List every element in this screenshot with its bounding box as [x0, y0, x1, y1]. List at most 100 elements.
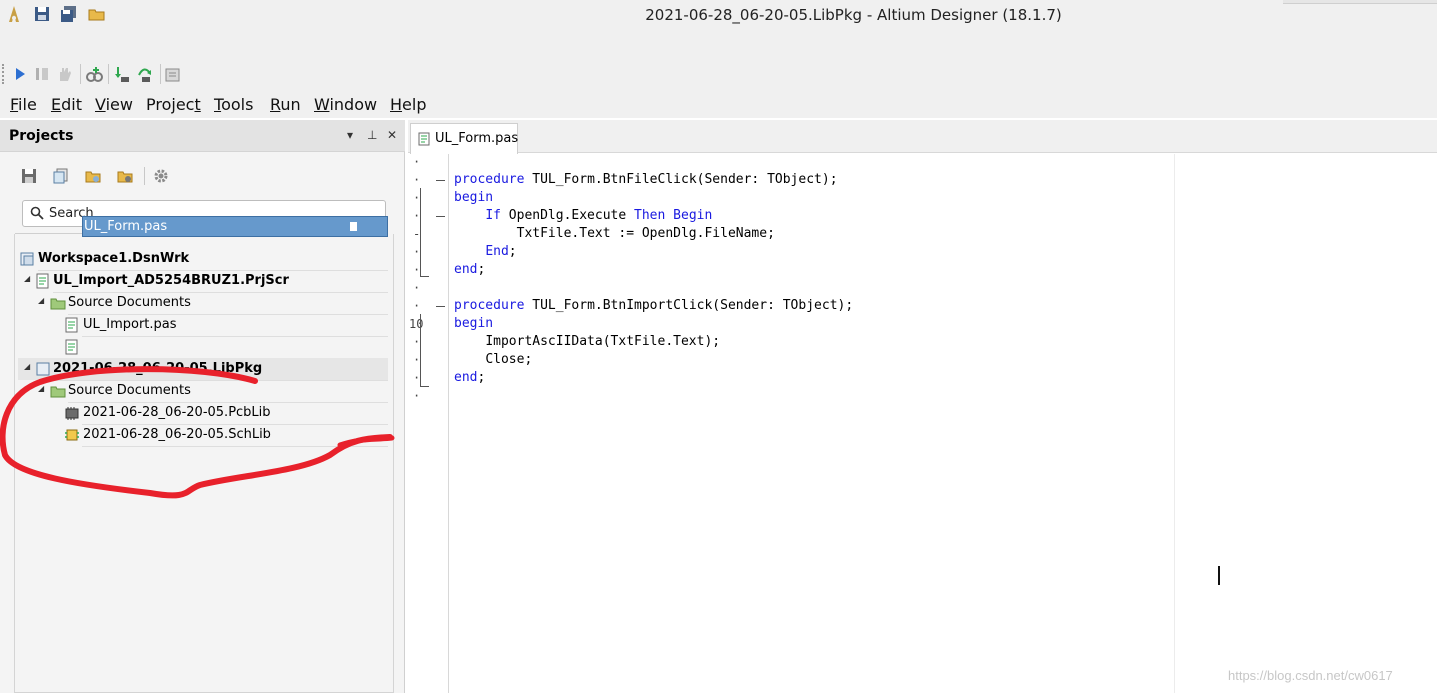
fold-line	[420, 314, 421, 386]
menu-help-label: elp	[402, 95, 427, 114]
toolbar-separator	[108, 64, 109, 84]
menu-view-mnemonic: V	[95, 95, 106, 114]
stop-hand-icon[interactable]	[56, 65, 74, 83]
step-into-icon[interactable]	[113, 65, 131, 83]
gutter-dot: ·	[413, 299, 421, 313]
title-bar: 2021-06-28_06-20-05.LibPkg - Altium Desi…	[0, 0, 1437, 30]
menu-edit-label: dit	[61, 95, 82, 114]
tree-item-label: UL_Form.pas	[84, 219, 168, 234]
projects-toolbar-separator	[144, 167, 145, 185]
toolbar-separator	[80, 64, 81, 84]
right-margin-line	[1174, 154, 1175, 693]
fold-marker[interactable]	[436, 180, 445, 181]
pascal-file-icon	[65, 339, 78, 355]
tree-row-divider	[82, 336, 388, 337]
code-text: TUL_Form.BtnFileClick(Sender: TObject);	[524, 172, 838, 187]
tree-item-library-package[interactable]: ◢ 2021-06-28_06-20-05.LibPkg	[18, 358, 388, 380]
tree-item-label: UL_Import_AD5254BRUZ1.PrjScr	[53, 273, 289, 288]
menu-run-label: un	[280, 95, 301, 114]
tree-item-schlib[interactable]: 2021-06-28_06-20-05.SchLib	[18, 424, 388, 446]
menu-run-mnemonic: R	[270, 95, 281, 114]
watermark: https://blog.csdn.net/cw0617	[1228, 668, 1393, 683]
fold-marker[interactable]	[436, 216, 445, 217]
toolbar-grip[interactable]	[2, 64, 6, 84]
pause-icon[interactable]	[33, 65, 51, 83]
watch-icon[interactable]	[85, 65, 103, 83]
code-line-1: procedure TUL_Form.BtnFileClick(Sender: …	[454, 171, 838, 189]
tree-item-ul-import[interactable]: UL_Import.pas	[18, 314, 388, 336]
tree-item-source-documents[interactable]: ◢ Source Documents	[18, 292, 388, 314]
menu-file[interactable]: File	[10, 95, 37, 114]
run-icon[interactable]	[11, 65, 29, 83]
collapse-arrow-icon[interactable]: ◢	[24, 274, 30, 283]
tree-item-label: Source Documents	[68, 295, 191, 310]
panel-pin-icon[interactable]: ⊥	[367, 128, 377, 142]
menu-project-label-a: Projec	[146, 95, 195, 114]
fold-end	[420, 276, 429, 277]
menu-view[interactable]: View	[95, 95, 133, 114]
gutter-dot: ·	[413, 155, 421, 169]
project-settings-icon[interactable]	[117, 168, 133, 184]
tree-item-source-documents-2[interactable]: ◢ Source Documents	[18, 380, 388, 402]
menu-run[interactable]: Run	[270, 95, 301, 114]
pascal-file-icon	[65, 317, 78, 333]
tree-item-label: Workspace1.DsnWrk	[38, 251, 190, 266]
menu-project[interactable]: Project	[146, 95, 201, 114]
step-over-icon[interactable]	[136, 65, 154, 83]
save-icon[interactable]	[21, 168, 37, 184]
code-keyword: end	[454, 370, 478, 385]
folder-icon	[50, 298, 66, 310]
menu-tools-mnemonic: T	[214, 95, 222, 114]
code-line-11: Close;	[454, 351, 532, 369]
tree-item-pcblib[interactable]: 2021-06-28_06-20-05.PcbLib	[18, 402, 388, 424]
evaluate-icon[interactable]	[164, 65, 182, 83]
tree-item-workspace[interactable]: Workspace1.DsnWrk	[18, 248, 388, 270]
tree-item-label: UL_Import.pas	[83, 317, 177, 332]
tree-item-ul-form-selected[interactable]: UL_Form.pas	[82, 216, 388, 237]
tab-ul-form[interactable]: UL_Form.pas	[410, 123, 518, 154]
fold-marker[interactable]	[436, 306, 445, 307]
code-keyword: If	[485, 208, 501, 223]
menu-project-mnemonic: t	[194, 95, 201, 114]
menu-window[interactable]: Window	[314, 95, 377, 114]
collapse-arrow-icon[interactable]: ◢	[38, 384, 44, 393]
collapse-arrow-icon[interactable]: ◢	[24, 362, 30, 371]
project-options-icon[interactable]	[85, 168, 101, 184]
editor-tab-bar: UL_Form.pas	[408, 120, 1437, 154]
code-line-9: begin	[454, 315, 493, 333]
code-text: ;	[477, 262, 486, 277]
panel-close-icon[interactable]: ✕	[387, 128, 397, 142]
projects-panel-header: Projects ▾ ⊥ ✕	[0, 120, 405, 152]
tree-item-script-project[interactable]: ◢ UL_Import_AD5254BRUZ1.PrjScr	[18, 270, 388, 292]
code-text: ;	[508, 244, 517, 259]
toolbar-separator	[160, 64, 161, 84]
menu-tools-label: ools	[221, 95, 254, 114]
gutter-divider	[448, 154, 449, 693]
code-text: TUL_Form.BtnImportClick(Sender: TObject)…	[524, 298, 854, 313]
menu-file-mnemonic: F	[10, 95, 19, 114]
schematic-library-icon	[65, 429, 79, 441]
gutter-dot: ·	[413, 281, 421, 295]
projects-panel-title: Projects	[9, 128, 74, 144]
tree-item-label: 2021-06-28_06-20-05.SchLib	[83, 427, 271, 442]
gutter-dot: ·	[413, 173, 421, 187]
pcb-library-icon	[65, 407, 79, 420]
collapse-arrow-icon[interactable]: ◢	[38, 296, 44, 305]
line-number-10: 10	[409, 317, 424, 331]
panel-menu-icon[interactable]: ▾	[347, 128, 353, 142]
compile-icon[interactable]	[53, 168, 69, 184]
text-cursor	[1218, 566, 1220, 585]
menu-tools[interactable]: Tools	[214, 95, 253, 114]
folder-icon	[50, 386, 66, 398]
menu-edit[interactable]: Edit	[51, 95, 82, 114]
projects-toolbar	[0, 160, 405, 196]
menu-help[interactable]: Help	[390, 95, 426, 114]
tree-row-divider	[82, 446, 388, 447]
library-package-icon	[36, 362, 50, 376]
gear-icon[interactable]	[153, 168, 169, 184]
title-edge-bar	[1283, 0, 1437, 4]
code-keyword: begin	[454, 190, 494, 205]
